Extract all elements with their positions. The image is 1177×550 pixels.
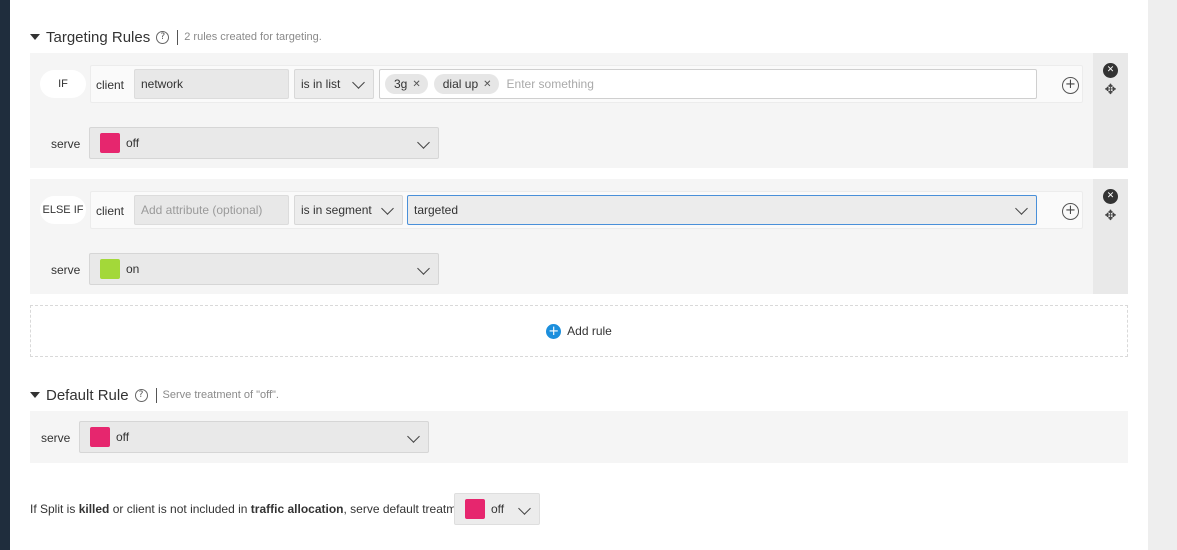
header-separator xyxy=(155,387,157,403)
serve-label: serve xyxy=(41,431,71,445)
kill-text-bold-traffic: traffic allocation xyxy=(250,502,344,516)
delete-rule-icon[interactable]: ✕ xyxy=(1103,63,1118,78)
right-scroll-gutter xyxy=(1148,0,1177,550)
treatment-swatch-off xyxy=(465,499,485,519)
serve-label: serve xyxy=(51,137,81,151)
client-label: client xyxy=(96,204,125,218)
plus-circle-icon: + xyxy=(546,323,562,339)
rule-keyword-if: IF xyxy=(40,70,86,98)
chevron-down-icon xyxy=(417,136,430,149)
add-condition-icon[interactable]: + xyxy=(1062,77,1079,94)
collapse-caret-icon[interactable] xyxy=(30,34,40,40)
treatment-swatch-off xyxy=(90,427,110,447)
chevron-down-icon xyxy=(1015,202,1028,215)
default-treatment-select[interactable]: off xyxy=(79,421,429,453)
treatment-swatch-off xyxy=(100,133,120,153)
help-icon[interactable]: ? xyxy=(134,388,148,402)
chevron-down-icon xyxy=(417,262,430,275)
client-label: client xyxy=(96,78,125,92)
treatment-value: off xyxy=(126,136,140,150)
attribute-input[interactable]: Add attribute (optional) xyxy=(134,195,289,225)
treatment-value: off xyxy=(491,502,505,516)
targeting-rules-subtitle: 2 rules created for targeting. xyxy=(184,31,322,43)
tag-label: 3g xyxy=(394,77,408,91)
remove-tag-icon[interactable]: ✕ xyxy=(483,79,491,90)
targeting-rules-title: Targeting Rules xyxy=(46,28,151,46)
drag-handle-icon[interactable]: ✥ xyxy=(1103,83,1118,98)
attribute-input[interactable]: network xyxy=(134,69,289,99)
operator-select[interactable]: is in segment xyxy=(294,195,403,225)
default-rule-subtitle: Serve treatment of "off". xyxy=(162,389,279,401)
operator-value: is in list xyxy=(301,77,341,91)
kill-treatment-select[interactable]: off xyxy=(454,493,540,525)
kill-text-2: or client is not included in xyxy=(109,502,251,516)
add-rule-button[interactable]: + Add rule xyxy=(30,305,1128,357)
chevron-down-icon xyxy=(518,502,531,515)
tag-chip-3g: 3g ✕ xyxy=(385,74,428,94)
kill-text-bold-killed: killed xyxy=(78,502,110,516)
header-separator xyxy=(177,29,179,45)
value-tag-input[interactable]: 3g ✕ dial up ✕ Enter something xyxy=(379,69,1037,99)
tag-chip-dial-up: dial up ✕ xyxy=(433,74,499,94)
segment-value: targeted xyxy=(414,203,459,217)
serve-label: serve xyxy=(51,263,81,277)
default-rule-header: Default Rule ? Serve treatment of "off". xyxy=(30,384,279,406)
left-nav-bar xyxy=(0,0,10,550)
kill-text-1: If Split is xyxy=(30,502,79,516)
chevron-down-icon xyxy=(407,430,420,443)
drag-handle-icon[interactable]: ✥ xyxy=(1103,209,1118,224)
tag-input-placeholder: Enter something xyxy=(506,77,594,91)
targeting-rules-header: Targeting Rules ? 2 rules created for ta… xyxy=(30,26,322,48)
treatment-value: off xyxy=(116,430,130,444)
treatment-value: on xyxy=(126,262,140,276)
collapse-caret-icon[interactable] xyxy=(30,392,40,398)
kill-treatment-text: If Split is killed or client is not incl… xyxy=(30,502,473,516)
remove-tag-icon[interactable]: ✕ xyxy=(412,79,420,90)
operator-value: is in segment xyxy=(301,203,372,217)
delete-rule-icon[interactable]: ✕ xyxy=(1103,189,1118,204)
treatment-select[interactable]: on xyxy=(89,253,439,285)
tag-label: dial up xyxy=(442,77,479,91)
add-rule-label: Add rule xyxy=(567,324,612,338)
chevron-down-icon xyxy=(352,76,365,89)
operator-select[interactable]: is in list xyxy=(294,69,374,99)
segment-select[interactable]: targeted xyxy=(407,195,1037,225)
treatment-select[interactable]: off xyxy=(89,127,439,159)
treatment-swatch-on xyxy=(100,259,120,279)
add-condition-icon[interactable]: + xyxy=(1062,203,1079,220)
default-rule-title: Default Rule xyxy=(46,386,129,404)
rule-keyword-else-if: ELSE IF xyxy=(40,196,86,224)
chevron-down-icon xyxy=(381,202,394,215)
help-icon[interactable]: ? xyxy=(156,30,170,44)
